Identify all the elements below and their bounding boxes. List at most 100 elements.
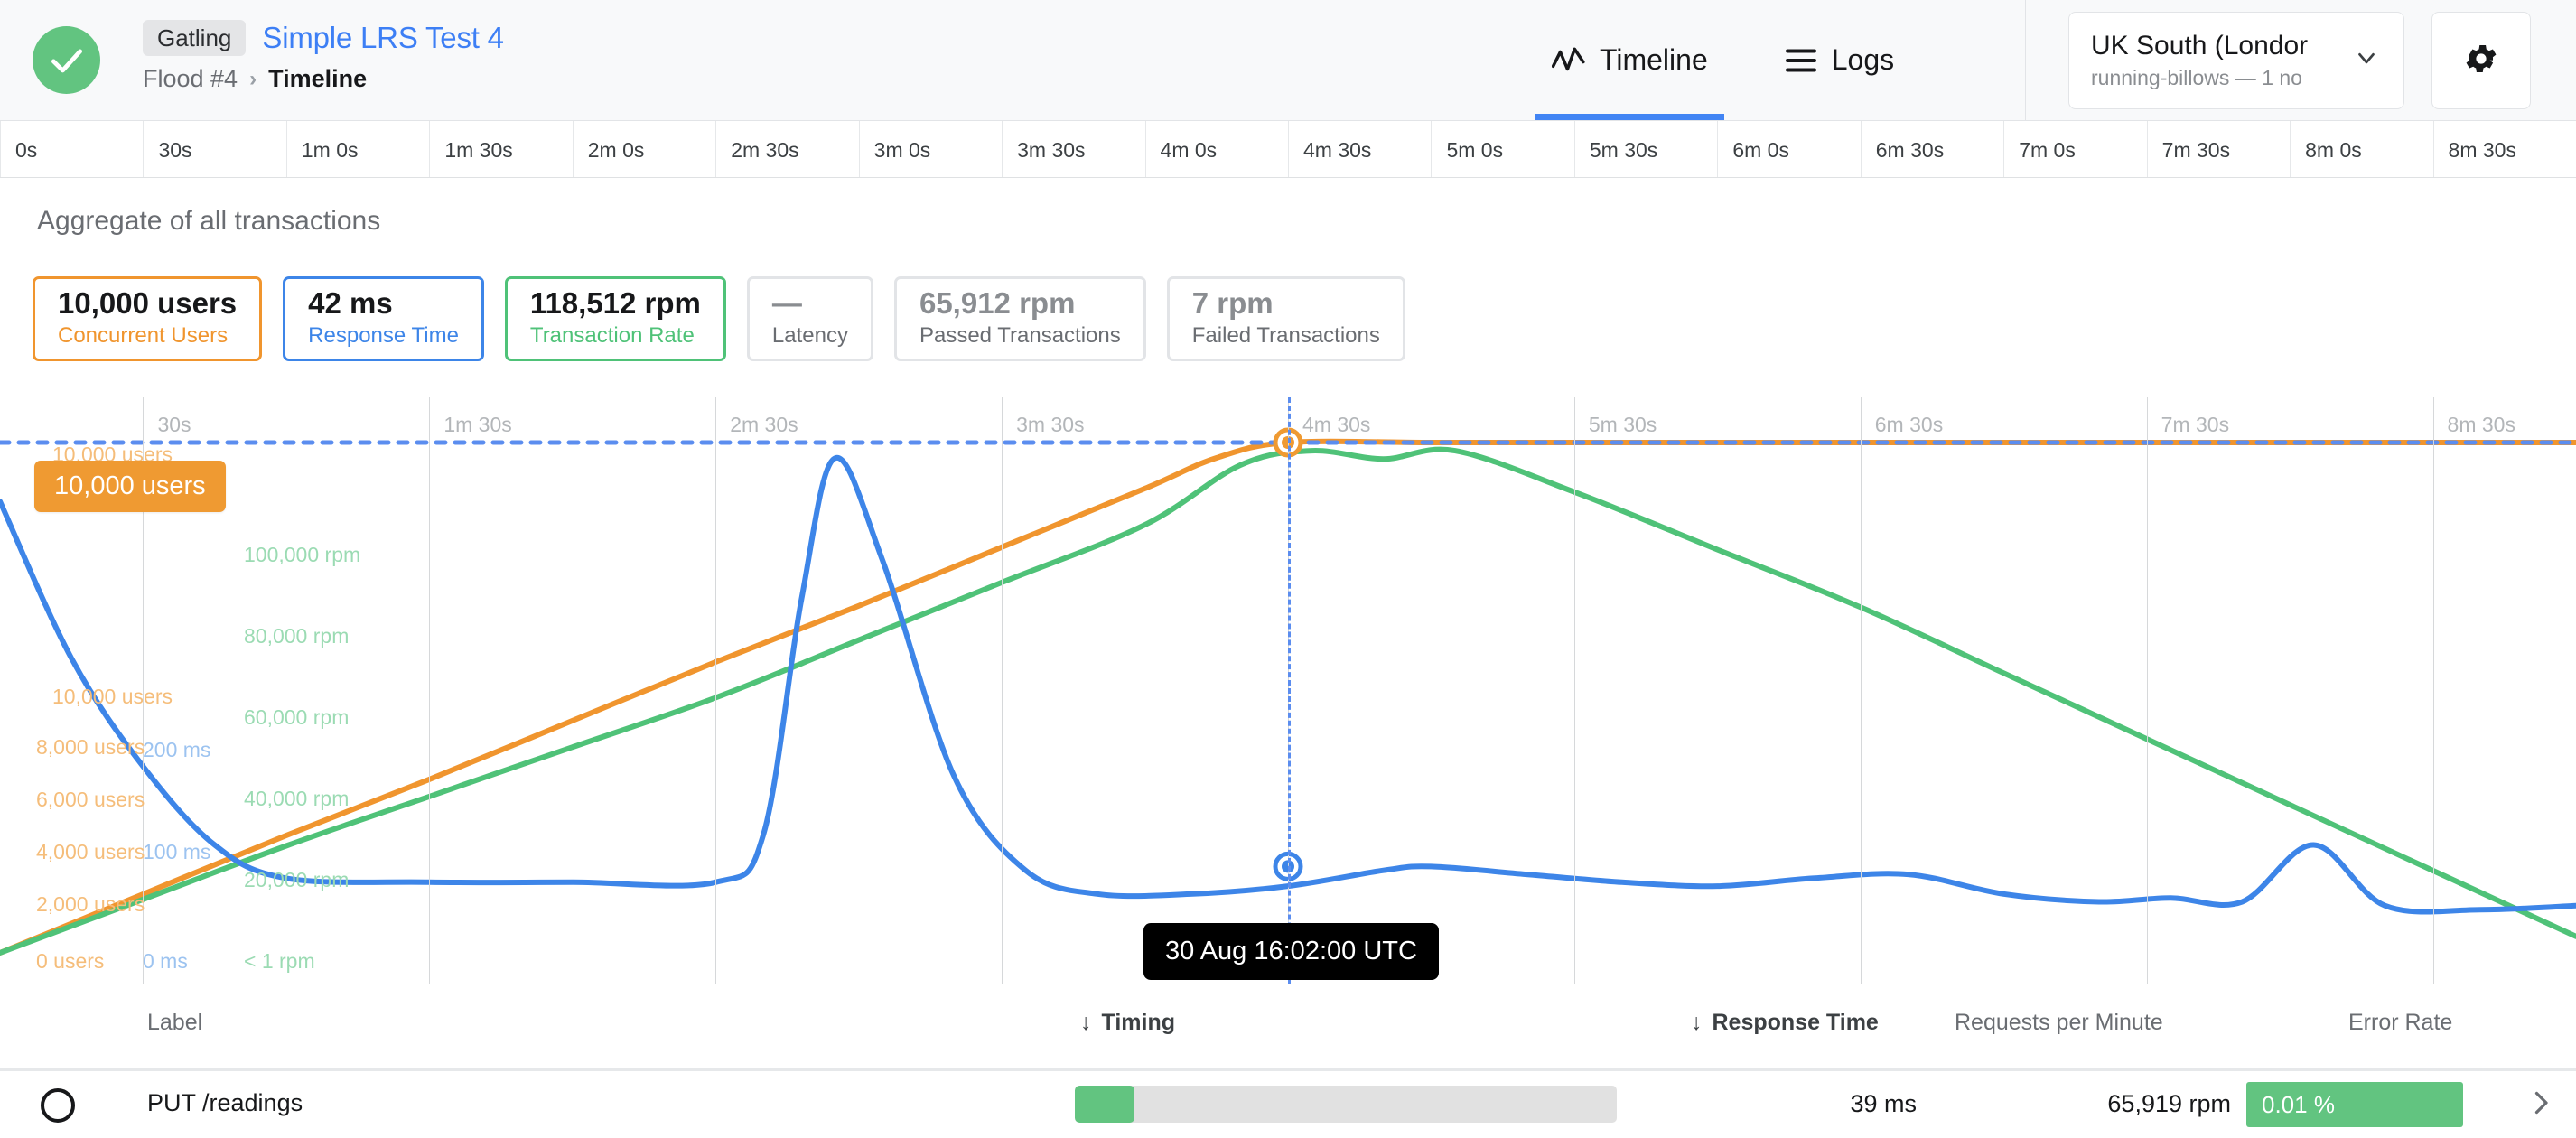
- column-header-response-time-label: Response Time: [1712, 1010, 1879, 1035]
- ruler-tick-label: 1m 30s: [444, 138, 513, 162]
- column-header-response-time[interactable]: ↓ Response Time: [1691, 1010, 1879, 1036]
- ruler-tick: 6m 30s: [1860, 121, 2003, 177]
- chart-gridline: [1573, 397, 1575, 984]
- ruler-tick-label: 4m 0s: [1160, 138, 1218, 162]
- y-tick-transaction-rate: 20,000 rpm: [244, 868, 350, 891]
- stat-value: 10,000 users: [58, 285, 238, 320]
- ruler-tick: 6m 0s: [1717, 121, 1860, 177]
- stat-label: Concurrent Users: [58, 323, 229, 349]
- row-label: PUT /readings: [147, 1089, 303, 1116]
- y-tick-transaction-rate: < 1 rpm: [244, 949, 315, 973]
- region-name: UK South (Londor: [2091, 31, 2309, 61]
- stat-card-concurrent-users[interactable]: 10,000 users Concurrent Users: [33, 276, 263, 361]
- chart-x-tick-label: 30s: [157, 413, 191, 436]
- table-row[interactable]: PUT /readings 39 ms 65,919 rpm 0.01 %: [0, 1071, 2576, 1138]
- ruler-tick-label: 4m 30s: [1303, 138, 1372, 162]
- stat-card-failed-transactions[interactable]: 7 rpm Failed Transactions: [1166, 276, 1405, 361]
- y-tick-users: 4,000 users: [36, 840, 145, 863]
- y-tick-users: 6,000 users: [36, 788, 145, 811]
- ruler-tick: 7m 0s: [2003, 121, 2146, 177]
- y-tick-response-time: 0 ms: [143, 949, 188, 973]
- cursor-crosshair: [1288, 397, 1291, 984]
- chevron-right-icon[interactable]: [2525, 1087, 2557, 1127]
- timeline-chart[interactable]: 30s 1m 30s 2m 30s 3m 30s 4m 30s 5m 30s 6m 30s 7…: [0, 397, 2576, 984]
- y-tick-transaction-rate: 40,000 rpm: [244, 787, 350, 810]
- ruler-tick: 30s: [143, 121, 285, 177]
- stat-value: 118,512 rpm: [529, 285, 701, 320]
- ruler-tick-label: 5m 30s: [1589, 138, 1658, 162]
- chart-x-tick-label: 8m 30s: [2447, 413, 2515, 436]
- settings-button[interactable]: [2431, 12, 2531, 109]
- tool-tag: Gatling: [143, 20, 247, 56]
- gear-icon: [2462, 40, 2500, 82]
- ruler-tick: 1m 0s: [285, 121, 429, 177]
- chart-gridline: [2432, 397, 2434, 984]
- ruler-tick-label: 0s: [15, 138, 38, 162]
- circle-outline-icon: [41, 1088, 75, 1123]
- tab-timeline[interactable]: Timeline: [1535, 0, 1724, 120]
- column-header-timing[interactable]: ↓ Timing: [1080, 1010, 1175, 1036]
- column-header-error-rate[interactable]: Error Rate: [2348, 1010, 2452, 1036]
- stat-value: 65,912 rpm: [919, 285, 1076, 320]
- stat-value: 42 ms: [308, 285, 393, 320]
- ruler-tick-label: 6m 0s: [1732, 138, 1789, 162]
- chart-gridline: [1860, 397, 1862, 984]
- stat-label: Transaction Rate: [529, 323, 695, 349]
- ruler-tick: 2m 30s: [715, 121, 858, 177]
- stat-label: Passed Transactions: [919, 323, 1121, 349]
- arrow-down-icon: ↓: [1691, 1010, 1703, 1035]
- stat-label: Failed Transactions: [1191, 323, 1380, 349]
- stat-value: —: [771, 285, 802, 320]
- column-header-label[interactable]: Label: [147, 1010, 202, 1036]
- y-tick-transaction-rate: 60,000 rpm: [244, 705, 350, 729]
- ruler-tick-label: 8m 30s: [2448, 138, 2516, 162]
- chart-x-tick-label: 7m 30s: [2161, 413, 2230, 436]
- ruler-tick: 4m 30s: [1288, 121, 1431, 177]
- y-tick-users: 2,000 users: [36, 892, 145, 916]
- region-detail: running-billows — 1 no: [2091, 65, 2302, 89]
- chart-x-tick-label: 3m 30s: [1016, 413, 1085, 436]
- chevron-right-icon: ›: [249, 66, 257, 91]
- summary-stats: 10,000 users Concurrent Users 42 ms Respons…: [33, 276, 1405, 361]
- title-block: Gatling Simple LRS Test 4 Flood #4 › Tim…: [143, 18, 504, 93]
- test-name-link[interactable]: Simple LRS Test 4: [262, 21, 504, 55]
- main-nav-tabs: Timeline Logs: [1535, 0, 1910, 120]
- tab-logs[interactable]: Logs: [1768, 0, 1910, 120]
- y-tick-users: 0 users: [36, 949, 105, 973]
- ruler-tick-label: 2m 0s: [587, 138, 645, 162]
- ruler-tick: 1m 30s: [429, 121, 572, 177]
- header-divider: [2025, 0, 2026, 120]
- aggregate-label: Aggregate of all transactions: [37, 206, 381, 236]
- stat-card-latency[interactable]: — Latency: [746, 276, 873, 361]
- breadcrumb-flood-link[interactable]: Flood #4: [143, 65, 238, 93]
- stat-card-response-time[interactable]: 42 ms Response Time: [283, 276, 484, 361]
- column-header-rpm[interactable]: Requests per Minute: [1955, 1010, 2163, 1036]
- stat-card-passed-transactions[interactable]: 65,912 rpm Passed Transactions: [893, 276, 1146, 361]
- check-circle-icon: [33, 26, 100, 94]
- ruler-tick-label: 3m 0s: [873, 138, 931, 162]
- timing-bar-fill: [1075, 1086, 1134, 1123]
- chart-gridline: [429, 397, 431, 984]
- y-tick-users: 10,000 users: [52, 685, 173, 708]
- chart-x-tick-label: 6m 30s: [1874, 413, 1944, 436]
- y-tick-users: 8,000 users: [36, 735, 145, 759]
- concurrent-users-badge: 10,000 users: [34, 461, 226, 512]
- ruler-tick: 7m 30s: [2146, 121, 2290, 177]
- row-error-rate-badge: 0.01 %: [2246, 1082, 2463, 1127]
- breadcrumb: Flood #4 › Timeline: [143, 65, 504, 93]
- cursor-tooltip: 30 Aug 16:02:00 UTC: [1143, 923, 1439, 980]
- ruler-tick-label: 7m 0s: [2019, 138, 2076, 162]
- region-selector[interactable]: UK South (Londor running-billows — 1 no: [2068, 12, 2404, 109]
- chevron-down-icon: [2353, 44, 2380, 78]
- ruler-tick-label: 6m 30s: [1875, 138, 1945, 162]
- timeline-page: Gatling Simple LRS Test 4 Flood #4 › Tim…: [0, 0, 2576, 1138]
- ruler-tick: 4m 0s: [1144, 121, 1288, 177]
- y-tick-response-time: 200 ms: [143, 738, 211, 761]
- stat-card-transaction-rate[interactable]: 118,512 rpm Transaction Rate: [504, 276, 726, 361]
- ruler-tick-label: 7m 30s: [2161, 138, 2231, 162]
- ruler-tick-label: 3m 30s: [1017, 138, 1086, 162]
- y-tick-transaction-rate: 80,000 rpm: [244, 624, 350, 648]
- ruler-tick: 3m 30s: [1002, 121, 1144, 177]
- stat-label: Latency: [771, 323, 848, 349]
- arrow-down-icon: ↓: [1080, 1010, 1092, 1035]
